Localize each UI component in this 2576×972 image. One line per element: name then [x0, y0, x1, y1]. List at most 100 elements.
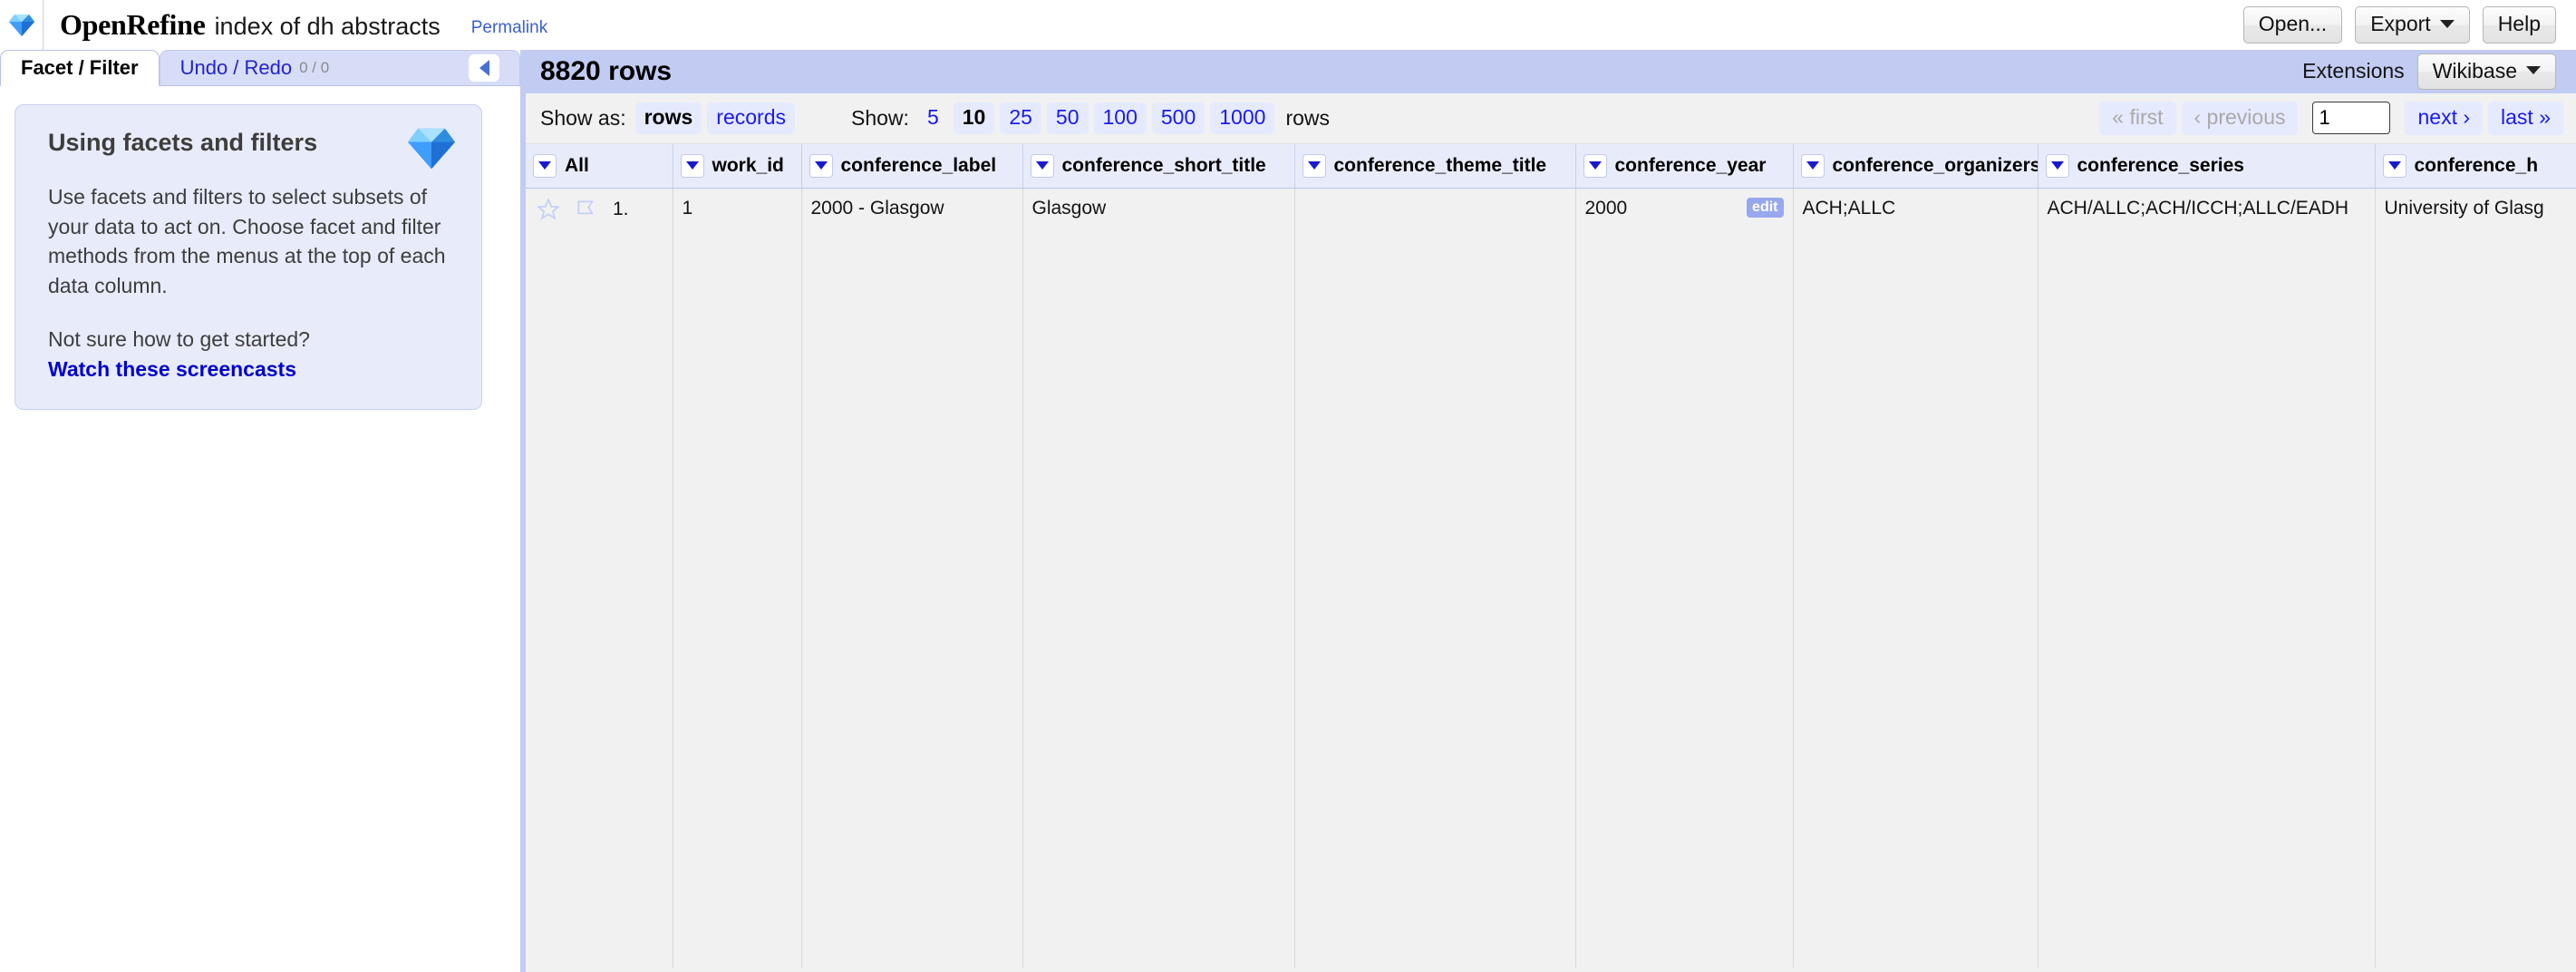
column-header-work-id-label: work_id [712, 155, 784, 177]
column-header-conference-short-title-label: conference_short_title [1062, 155, 1266, 177]
spacer [48, 301, 454, 325]
row-controls-cell: 1. [526, 188, 673, 967]
wikibase-extension-button[interactable]: Wikibase [2417, 53, 2556, 90]
tab-facet-filter[interactable]: Facet / Filter [0, 50, 160, 86]
column-header-conference-year-label: conference_year [1615, 155, 1767, 177]
tab-undo-redo-label: Undo / Redo [180, 56, 293, 80]
grid-summary-bar: 8820 rows Extensions Wikibase [526, 50, 2576, 93]
cell-conference-year-value: 2000 [1585, 198, 1628, 219]
chevron-left-icon [479, 60, 489, 76]
data-table: All work_id conference_label conference_… [526, 144, 2576, 967]
flag-icon[interactable] [575, 198, 598, 221]
facet-panel-body: Using facets and filters Use facets and … [0, 86, 520, 972]
column-menu-icon[interactable] [1801, 154, 1825, 178]
open-button[interactable]: Open... [2243, 6, 2342, 43]
cell-conference-theme-title[interactable] [1294, 188, 1575, 967]
first-page-button[interactable]: « first [2099, 102, 2175, 135]
pagination-controls: « first ‹ previous next › last » [2099, 102, 2563, 135]
column-header-conference-organizers-label: conference_organizers [1833, 155, 2039, 177]
edit-cell-button[interactable]: edit [1747, 198, 1783, 219]
product-name: OpenRefine [60, 8, 206, 42]
export-button-label: Export [2370, 13, 2430, 34]
cell-work-id[interactable]: 1 [673, 188, 801, 967]
header-actions: Open... Export Help [2243, 6, 2576, 43]
column-header-conference-theme-title-label: conference_theme_title [1334, 155, 1547, 177]
column-menu-icon[interactable] [1303, 154, 1326, 178]
column-header-conference-label-label: conference_label [841, 155, 997, 177]
row-count-label: 8820 rows [540, 56, 672, 87]
show-as-label: Show as: [540, 106, 626, 131]
column-header-conference-organizers[interactable]: conference_organizers [1793, 144, 2038, 188]
cell-conference-label[interactable]: 2000 - Glasgow [801, 188, 1022, 967]
page-size-500[interactable]: 500 [1152, 102, 1205, 134]
project-title-block: OpenRefine index of dh abstracts Permali… [44, 8, 547, 42]
column-header-conference-series-label: conference_series [2077, 155, 2244, 177]
grid-toolbar: Show as: rows records Show: 5 10 25 50 1… [526, 93, 2576, 144]
column-menu-icon[interactable] [1583, 154, 1607, 178]
open-button-label: Open... [2259, 13, 2327, 34]
show-label: Show: [851, 106, 909, 131]
data-grid-panel: 8820 rows Extensions Wikibase Show as: r… [520, 50, 2576, 972]
gem-icon [405, 125, 458, 172]
help-button[interactable]: Help [2483, 6, 2556, 43]
column-menu-icon[interactable] [2383, 154, 2407, 178]
page-number-input[interactable] [2312, 102, 2390, 134]
chevron-down-icon [2440, 20, 2455, 28]
collapse-sidebar-button[interactable] [469, 54, 499, 82]
tab-undo-redo[interactable]: Undo / Redo 0 / 0 [160, 50, 520, 86]
column-header-all[interactable]: All [526, 144, 673, 188]
column-header-conference-year[interactable]: conference_year [1575, 144, 1793, 188]
page-size-100[interactable]: 100 [1094, 102, 1147, 134]
cell-conference-organizers[interactable]: ACH;ALLC [1793, 188, 2038, 967]
page-size-5[interactable]: 5 [918, 102, 948, 134]
undo-redo-count: 0 / 0 [299, 59, 329, 77]
page-size-1000[interactable]: 1000 [1210, 102, 1274, 134]
column-menu-icon[interactable] [681, 154, 704, 178]
column-header-conference-label[interactable]: conference_label [801, 144, 1022, 188]
column-menu-icon[interactable] [809, 154, 833, 178]
wikibase-extension-label: Wikibase [2433, 60, 2517, 82]
help-card-paragraph-2: Not sure how to get started? [48, 325, 454, 355]
star-icon[interactable] [537, 198, 560, 221]
export-button[interactable]: Export [2355, 6, 2469, 43]
extensions-area: Extensions Wikibase [2302, 53, 2556, 90]
next-page-button[interactable]: next › [2405, 102, 2483, 135]
column-header-conference-short-title[interactable]: conference_short_title [1022, 144, 1294, 188]
cell-conference-series[interactable]: ACH/ALLC;ACH/ICCH;ALLC/EADH [2038, 188, 2375, 967]
cell-conference-h[interactable]: University of Glasg [2375, 188, 2576, 967]
row-index: 1. [613, 199, 629, 220]
column-header-work-id[interactable]: work_id [673, 144, 801, 188]
column-menu-icon[interactable] [1031, 154, 1054, 178]
page-size-50[interactable]: 50 [1047, 102, 1089, 134]
project-name[interactable]: index of dh abstracts [215, 13, 441, 41]
data-table-scroll-area[interactable]: All work_id conference_label conference_… [526, 144, 2576, 972]
cell-conference-year[interactable]: 2000 edit [1575, 188, 1793, 967]
extensions-label: Extensions [2302, 59, 2405, 83]
previous-page-button[interactable]: ‹ previous [2182, 102, 2299, 135]
left-sidebar: Facet / Filter Undo / Redo 0 / 0 Using f… [0, 50, 520, 972]
openrefine-logo [0, 0, 44, 50]
last-page-button[interactable]: last » [2488, 102, 2563, 135]
page-size-10[interactable]: 10 [954, 102, 995, 134]
column-menu-icon[interactable] [2046, 154, 2069, 178]
permalink-link[interactable]: Permalink [471, 18, 547, 38]
column-header-conference-theme-title[interactable]: conference_theme_title [1294, 144, 1575, 188]
column-header-all-label: All [565, 155, 589, 177]
table-row: 1. 1 2000 - Glasgow Glasgow 2000 edit AC… [526, 188, 2576, 967]
help-card-title: Using facets and filters [48, 129, 454, 157]
show-as-records-option[interactable]: records [707, 102, 795, 134]
page-size-25[interactable]: 25 [1000, 102, 1041, 134]
show-as-rows-option[interactable]: rows [635, 102, 702, 134]
watch-screencasts-link[interactable]: Watch these screencasts [48, 357, 296, 382]
column-header-conference-series[interactable]: conference_series [2038, 144, 2375, 188]
cell-conference-short-title[interactable]: Glasgow [1022, 188, 1294, 967]
chevron-down-icon [2526, 66, 2541, 74]
table-header-row: All work_id conference_label conference_… [526, 144, 2576, 188]
gem-icon [8, 13, 35, 38]
help-card-paragraph-1: Use facets and filters to select subsets… [48, 182, 454, 301]
column-header-conference-h[interactable]: conference_h [2375, 144, 2576, 188]
app-header: OpenRefine index of dh abstracts Permali… [0, 0, 2576, 50]
column-header-conference-h-label: conference_h [2415, 155, 2539, 177]
column-menu-icon[interactable] [533, 154, 557, 178]
help-button-label: Help [2498, 13, 2541, 34]
